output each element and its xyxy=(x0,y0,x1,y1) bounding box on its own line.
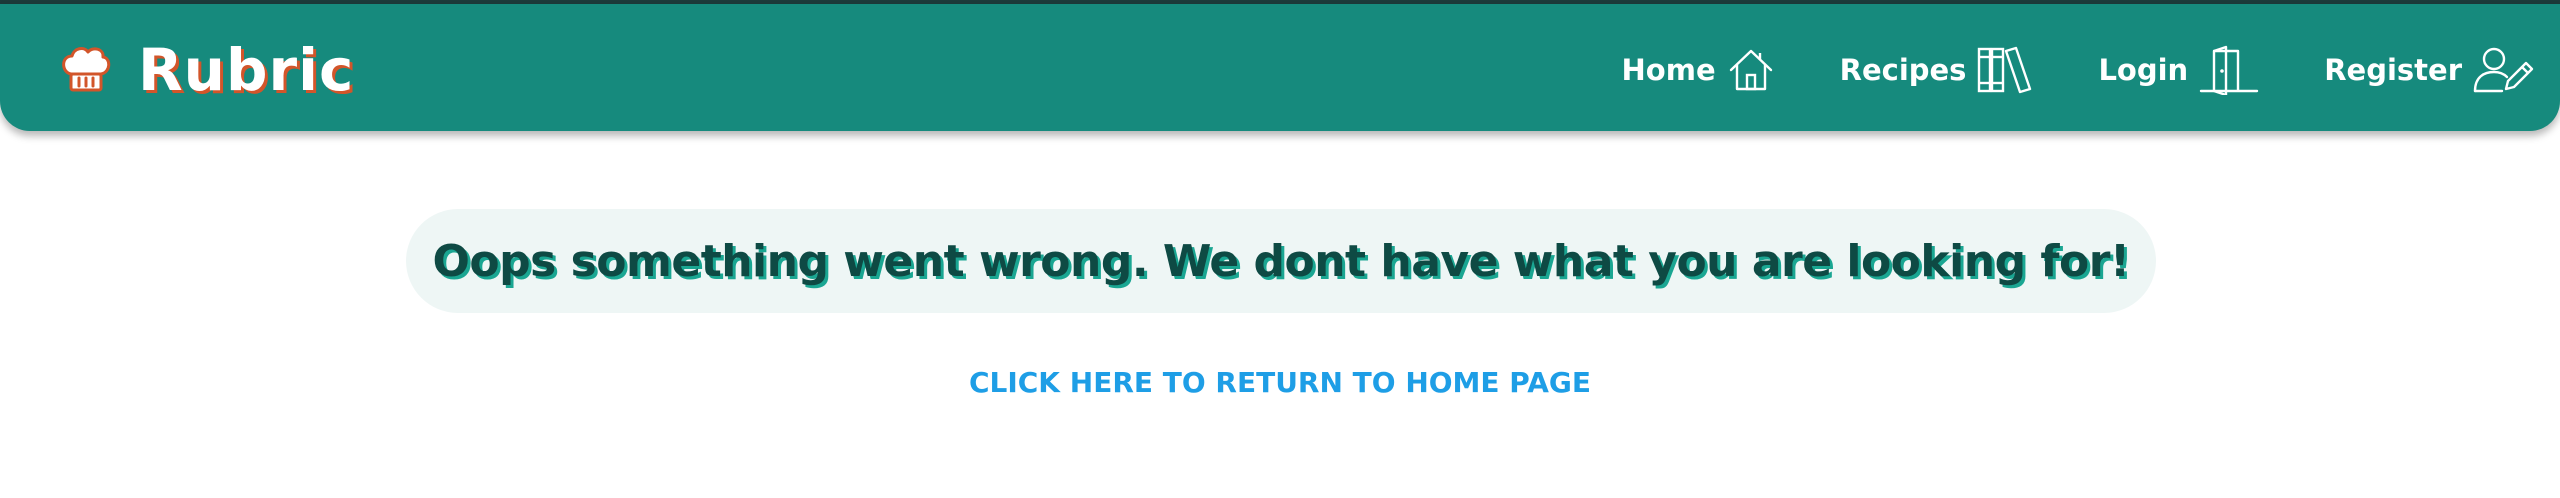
return-home-link[interactable]: CLICK HERE TO RETURN TO HOME PAGE xyxy=(969,366,1591,399)
home-link-container: CLICK HERE TO RETURN TO HOME PAGE xyxy=(0,366,2560,399)
door-icon xyxy=(2198,45,2260,95)
books-icon xyxy=(1976,45,2034,95)
nav-item-label: Register xyxy=(2324,53,2462,87)
nav-item-login[interactable]: Login xyxy=(2098,45,2260,95)
brand-logo[interactable]: Rubric xyxy=(56,30,354,110)
nav-item-label: Home xyxy=(1621,53,1716,87)
nav-item-recipes[interactable]: Recipes xyxy=(1840,45,2035,95)
error-message: Oops something went wrong. We dont have … xyxy=(432,235,2130,287)
main-nav: Home Recipes Login Register xyxy=(1622,38,2534,102)
error-banner: Oops something went wrong. We dont have … xyxy=(406,209,2156,313)
nav-item-label: Recipes xyxy=(1839,53,1967,87)
brand-name: Rubric xyxy=(138,36,355,104)
nav-item-register[interactable]: Register xyxy=(2324,45,2534,95)
navbar: Rubric Home Recipes Login Register xyxy=(0,4,2560,131)
chef-hat-icon xyxy=(56,41,114,99)
user-edit-icon xyxy=(2472,45,2534,95)
house-icon xyxy=(1726,45,1776,95)
nav-item-label: Login xyxy=(2098,53,2189,87)
nav-item-home[interactable]: Home xyxy=(1622,45,1776,95)
